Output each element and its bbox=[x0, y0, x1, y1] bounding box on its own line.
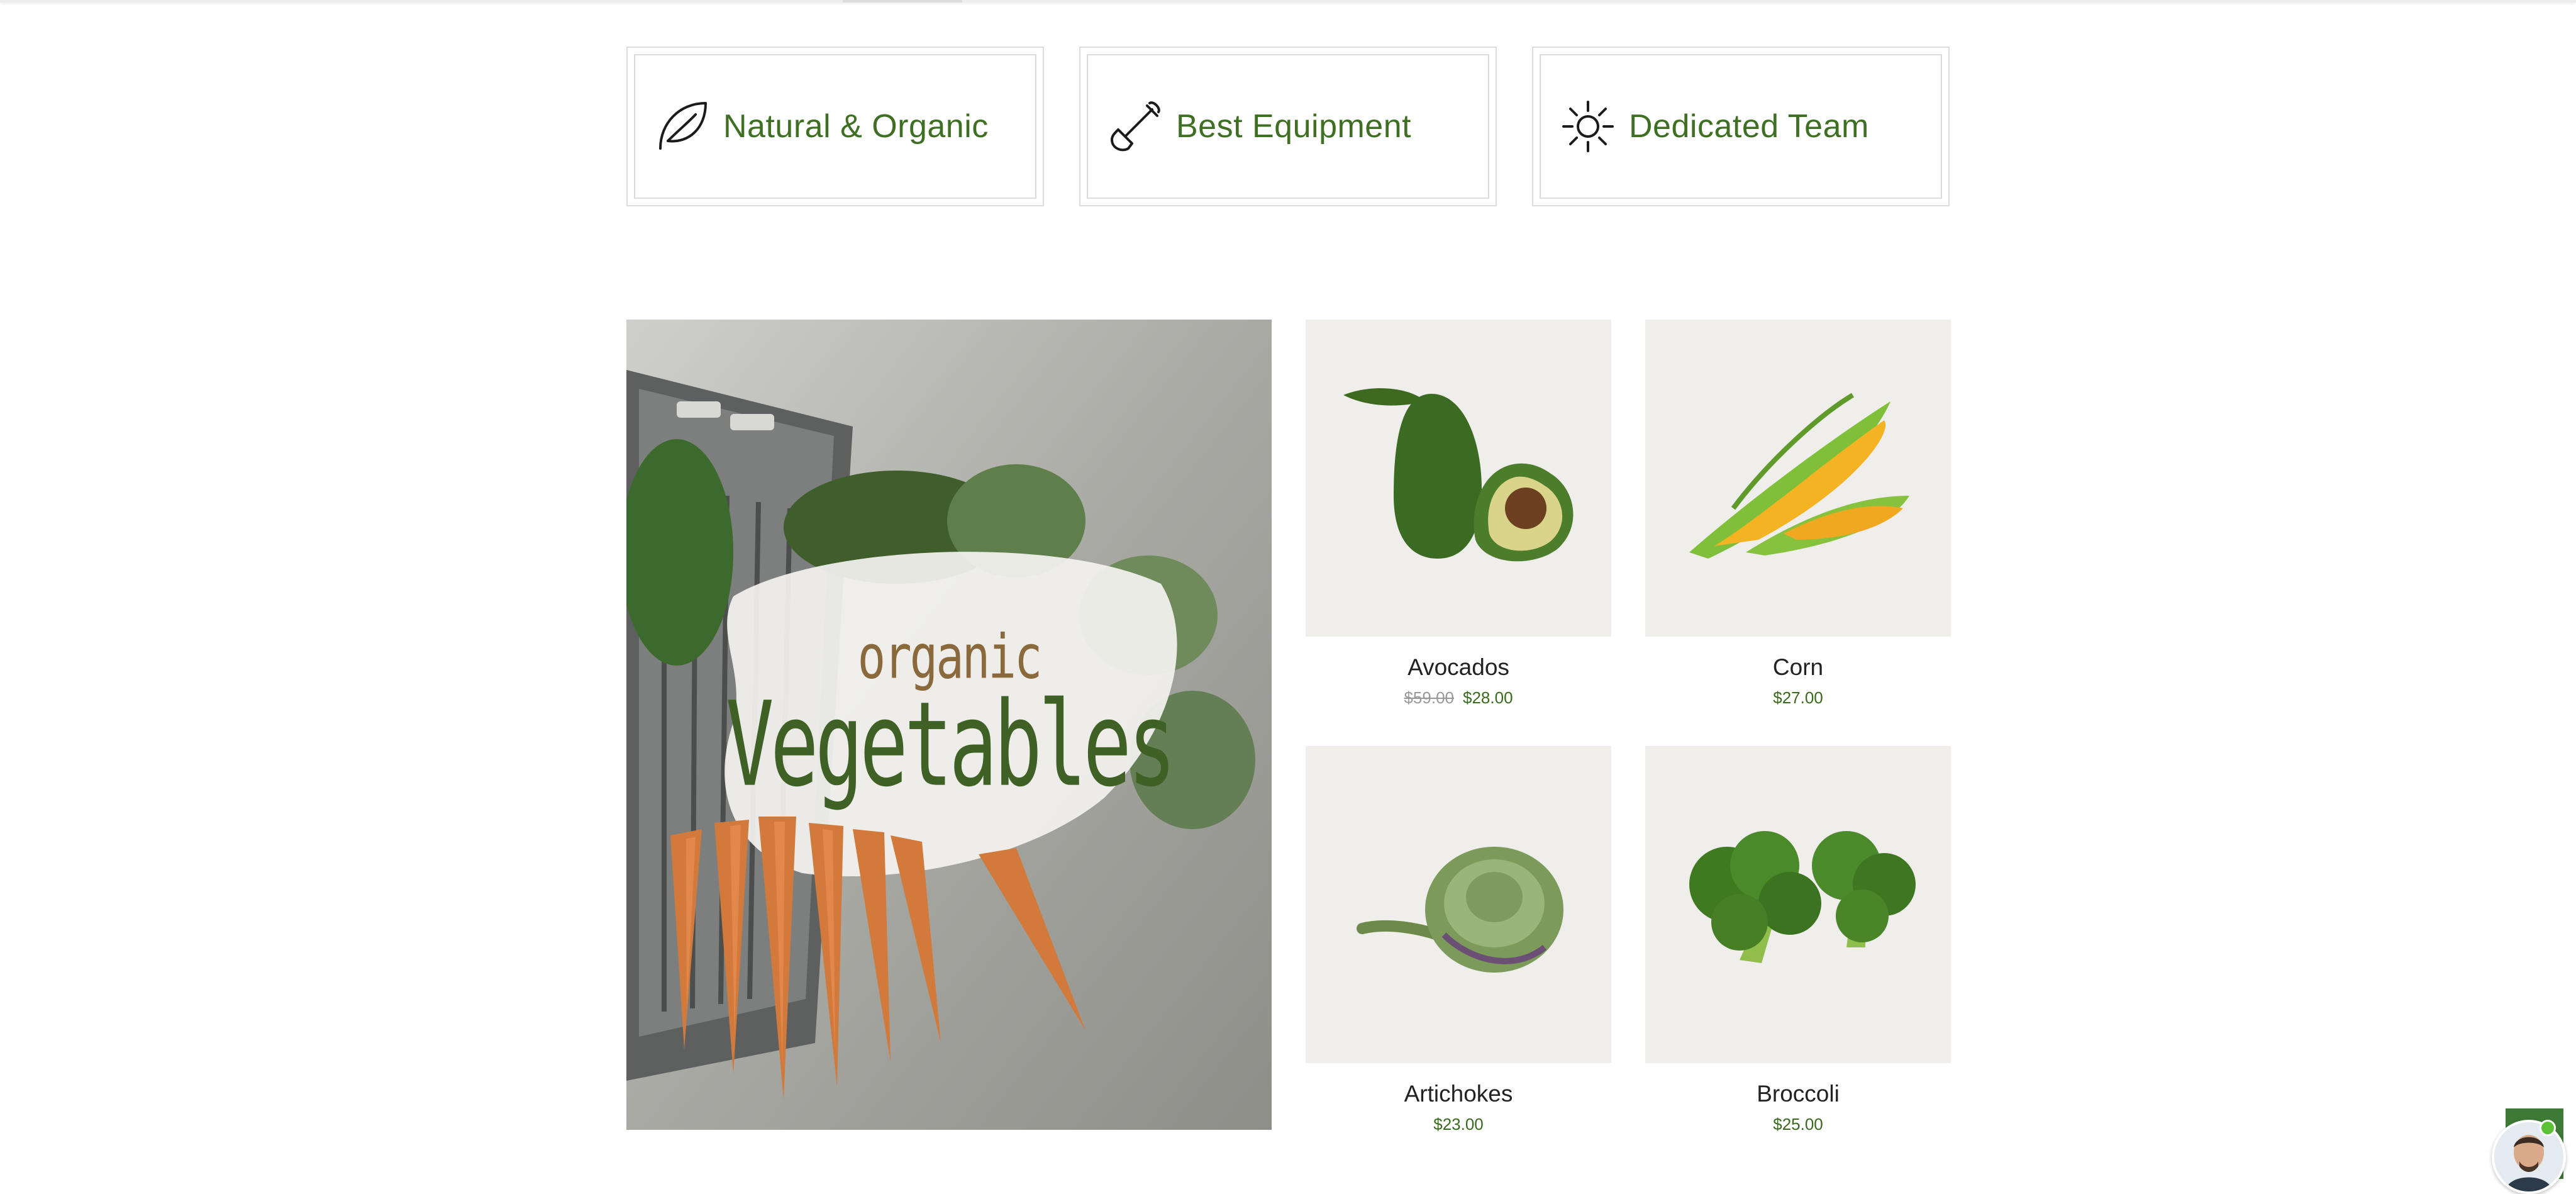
hero-title: Vegetables bbox=[725, 677, 1177, 813]
feature-title: Best Equipment bbox=[1176, 108, 1412, 145]
sun-icon bbox=[1560, 98, 1616, 155]
sale-price: $28.00 bbox=[1463, 688, 1513, 707]
product-name[interactable]: Broccoli bbox=[1645, 1081, 1951, 1107]
leaf-icon bbox=[654, 98, 711, 155]
broccoli-image bbox=[1689, 831, 1916, 963]
feature-box-natural: Natural & Organic bbox=[626, 47, 1044, 206]
product-image[interactable] bbox=[1645, 320, 1951, 637]
header-bar bbox=[0, 0, 2576, 3]
product-price: $23.00 bbox=[1433, 1115, 1484, 1134]
online-status-dot bbox=[2540, 1120, 2556, 1136]
product-name[interactable]: Corn bbox=[1645, 654, 1951, 681]
active-nav-indicator bbox=[843, 0, 962, 3]
product-card-avocados[interactable]: Avocados $59.00 $28.00 bbox=[1306, 320, 1611, 708]
artichoke-image bbox=[1357, 847, 1563, 973]
product-price: $27.00 bbox=[1773, 688, 1823, 707]
product-name[interactable]: Avocados bbox=[1306, 654, 1611, 681]
corn-image bbox=[1689, 393, 1909, 559]
product-image[interactable] bbox=[1306, 320, 1611, 637]
feature-title: Natural & Organic bbox=[723, 108, 989, 145]
product-price: $59.00 $28.00 bbox=[1306, 688, 1611, 708]
hero-banner[interactable]: organic Vegetables bbox=[626, 320, 1272, 1130]
product-name[interactable]: Artichokes bbox=[1306, 1081, 1611, 1107]
product-image[interactable] bbox=[1306, 746, 1611, 1063]
feature-box-equipment: Best Equipment bbox=[1079, 47, 1497, 206]
product-price: $25.00 bbox=[1773, 1115, 1823, 1134]
feature-box-team: Dedicated Team bbox=[1532, 47, 1950, 206]
product-image[interactable] bbox=[1645, 746, 1951, 1063]
avocado-image bbox=[1343, 388, 1574, 562]
product-card-artichokes[interactable]: Artichokes $23.00 bbox=[1306, 746, 1611, 1134]
shovel-icon bbox=[1107, 98, 1163, 155]
product-card-corn[interactable]: Corn $27.00 bbox=[1645, 320, 1951, 708]
original-price: $59.00 bbox=[1404, 688, 1454, 707]
product-card-broccoli[interactable]: Broccoli $25.00 bbox=[1645, 746, 1951, 1134]
feature-title: Dedicated Team bbox=[1629, 108, 1869, 145]
